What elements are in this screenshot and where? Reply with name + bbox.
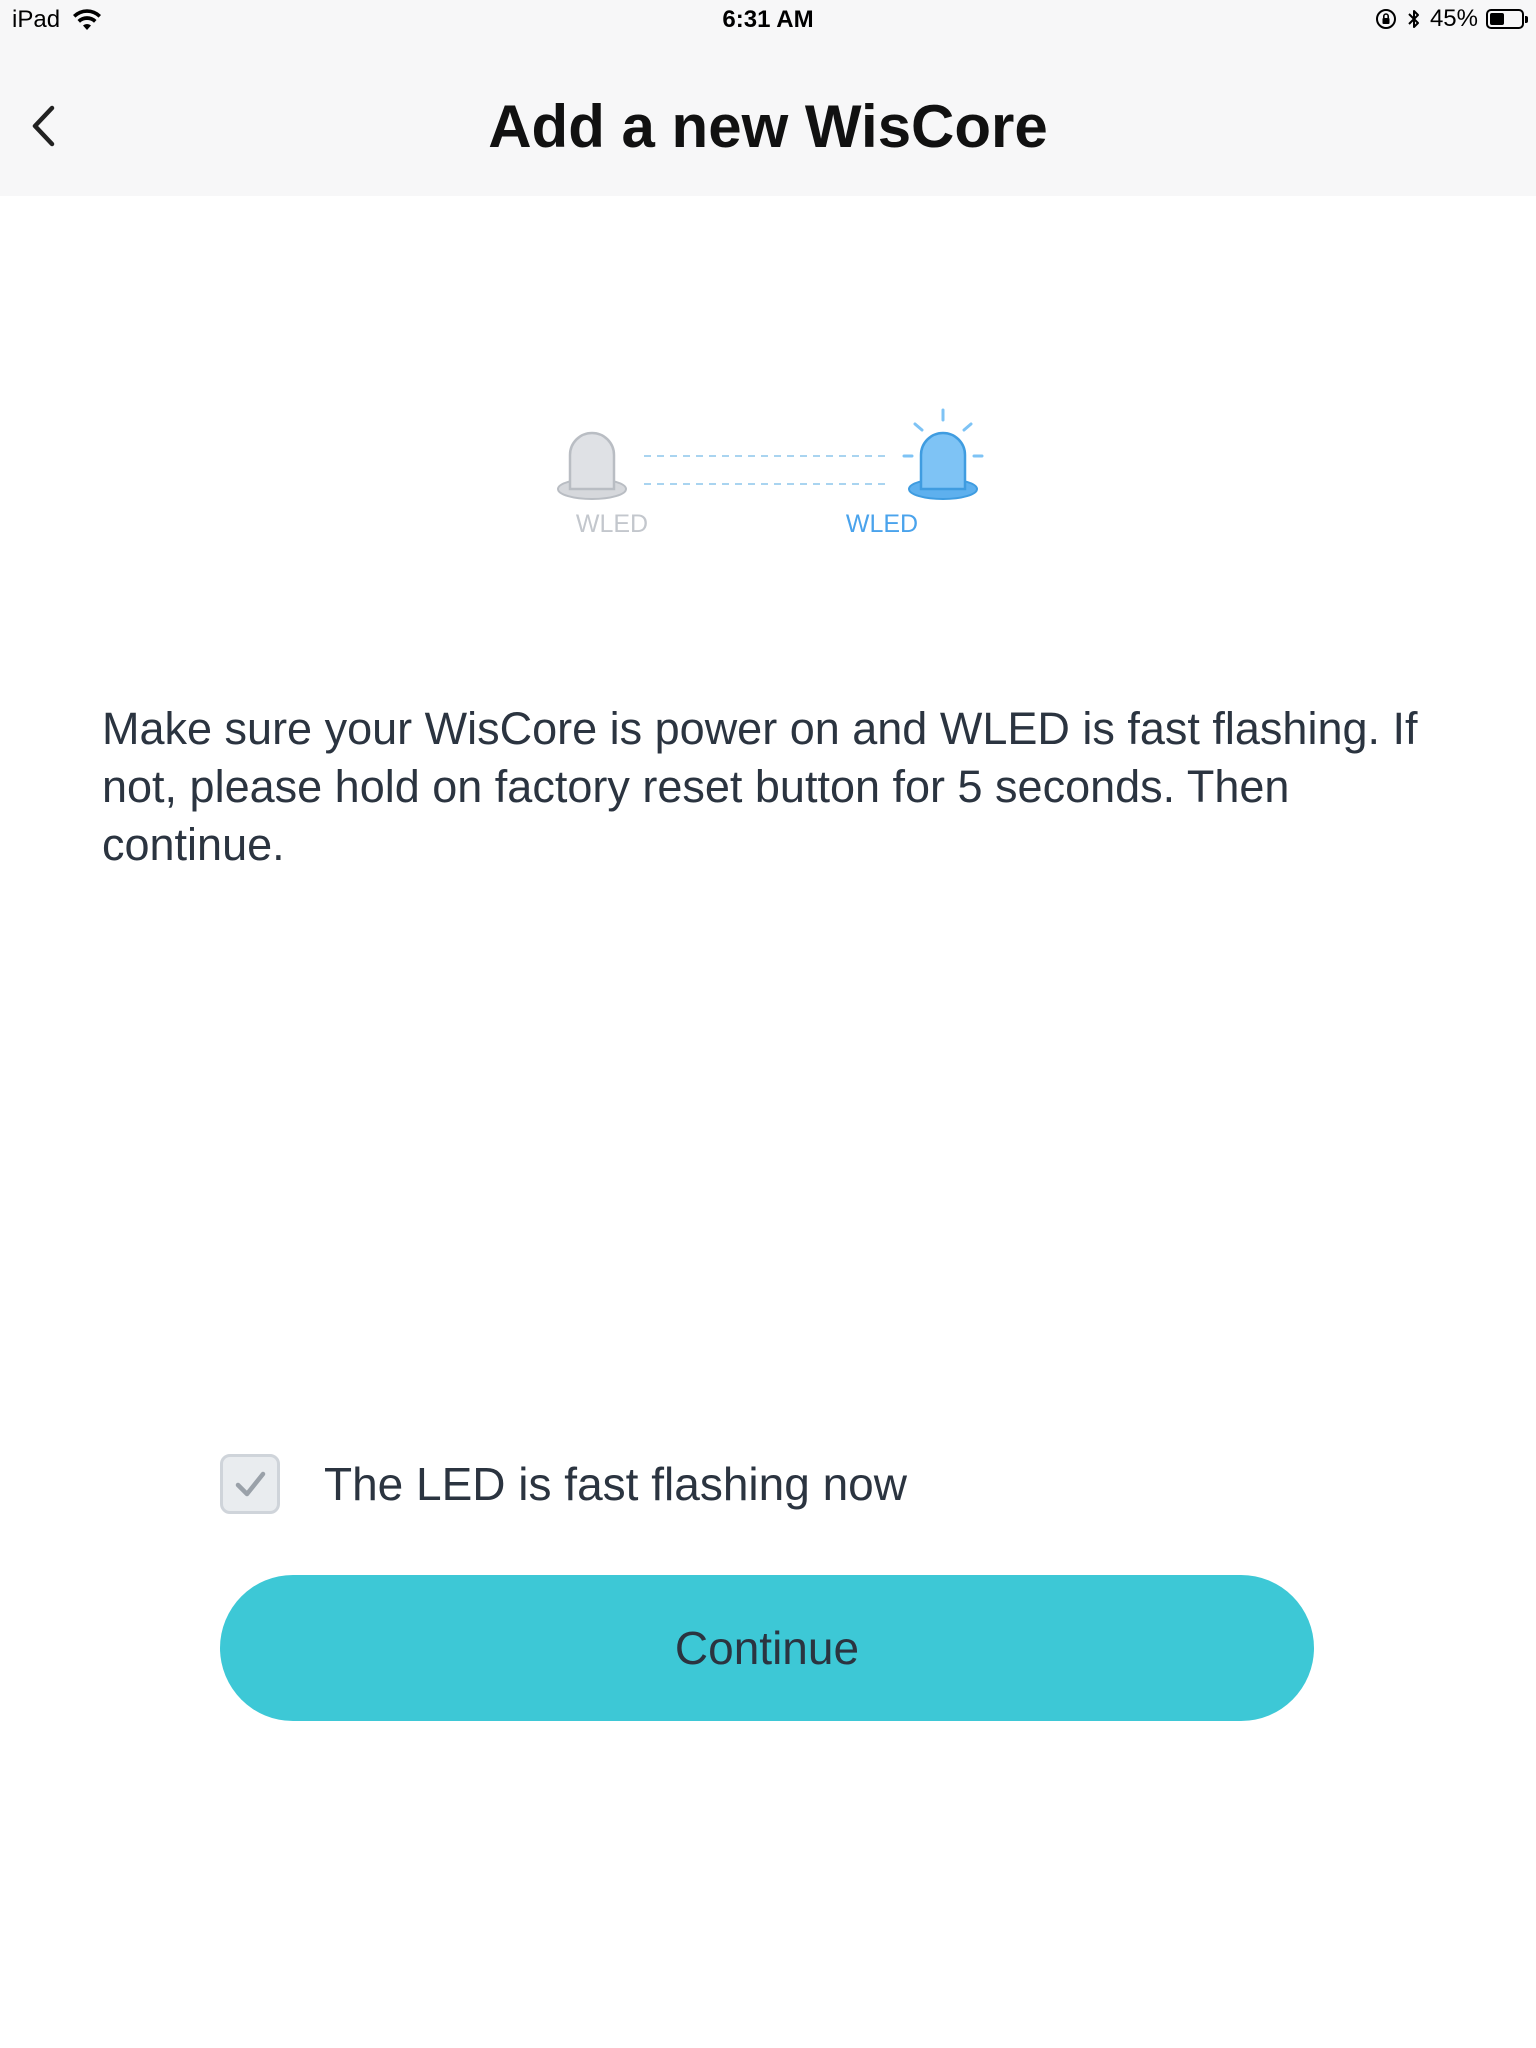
continue-button-label: Continue <box>674 1622 860 1674</box>
battery-fill <box>1490 13 1504 25</box>
page-title: Add a new WisCore <box>488 93 1048 160</box>
status-time: 6:31 AM <box>722 6 814 33</box>
led-off-label: WLED <box>575 510 649 538</box>
instruction-text: Make sure your WisCore is power on and W… <box>102 703 1418 870</box>
led-confirm-label: The LED is fast flashing now <box>324 1458 907 1510</box>
connection-dashes <box>644 455 890 485</box>
navigation-bar: Add a new WisCore <box>0 40 1536 196</box>
checkmark-icon <box>235 1471 266 1497</box>
status-right-group: 45% <box>1374 5 1528 33</box>
battery-percent: 45% <box>1429 5 1478 32</box>
continue-button[interactable]: Continue <box>220 1575 1314 1721</box>
led-diagram <box>557 408 984 500</box>
battery-icon <box>1486 9 1528 29</box>
led-on-icon <box>902 408 984 500</box>
led-confirm-row[interactable]: The LED is fast flashing now <box>220 1452 907 1516</box>
led-off-icon <box>557 431 627 500</box>
status-bar: iPad 6:31 AM 45% <box>0 0 1536 40</box>
led-on-label: WLED <box>845 510 919 538</box>
led-confirm-checkbox[interactable] <box>220 1454 280 1514</box>
bluetooth-icon <box>1408 10 1419 28</box>
led-illustration: WLED WLED <box>540 400 1000 550</box>
orientation-lock-icon <box>1375 9 1396 29</box>
